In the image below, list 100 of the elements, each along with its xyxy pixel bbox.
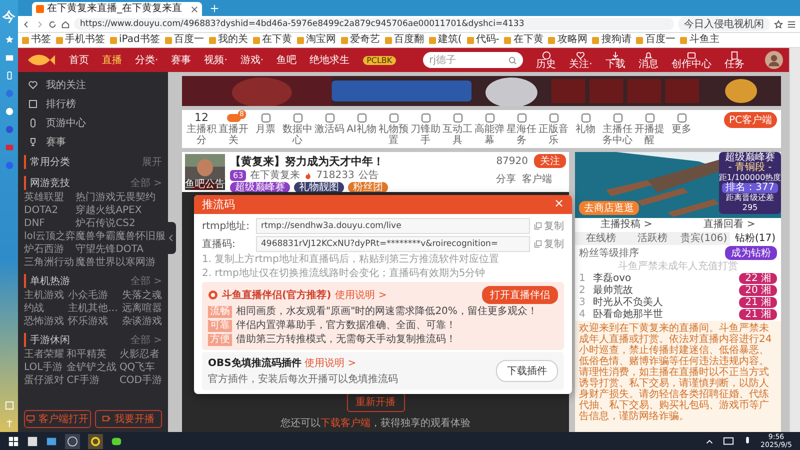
panel-link[interactable]: 主播投稿 > bbox=[600, 219, 652, 231]
tool-button[interactable]: 12 主播积分 bbox=[186, 112, 217, 146]
notice-link[interactable]: 公告 bbox=[358, 170, 378, 181]
category-link[interactable]: 魔兽世界 bbox=[76, 257, 116, 269]
category-link[interactable]: 英雄联盟 bbox=[24, 192, 76, 204]
folder-icon[interactable] bbox=[4, 53, 14, 62]
collapse-handle[interactable] bbox=[168, 222, 176, 254]
category-link[interactable]: 和平精英 bbox=[66, 349, 117, 361]
tag[interactable]: 超级巅峰赛 bbox=[230, 182, 290, 193]
category-link[interactable]: 魔兽争霸 bbox=[76, 231, 116, 243]
app-icon[interactable] bbox=[111, 436, 122, 446]
header-action[interactable]: 下载 bbox=[605, 50, 626, 70]
guide-link[interactable]: 使用说明 > bbox=[335, 288, 387, 302]
category-link[interactable]: 失落之魂 bbox=[122, 290, 162, 302]
tool-button[interactable]: 激活码 bbox=[314, 112, 345, 135]
rank-widget[interactable]: 超级巅峰赛 - 青铜段 - 距1/100000热度 排名：377 距离晋级还差 295 bbox=[719, 152, 781, 214]
category-link[interactable]: 主机游戏 bbox=[24, 290, 64, 302]
tool-button[interactable]: 礼物预置 bbox=[378, 112, 409, 146]
window-icon[interactable] bbox=[46, 436, 57, 446]
tool-button[interactable]: 主播任务中心 bbox=[602, 112, 633, 146]
bookmark[interactable]: 在下黄 bbox=[252, 34, 292, 46]
bookmark[interactable]: 攻略网 bbox=[548, 34, 588, 46]
category-link[interactable]: 魔兽怀旧服 bbox=[116, 231, 166, 243]
rank-tab[interactable]: 贵宾(106) bbox=[678, 232, 730, 245]
nav-link[interactable]: 赛事 bbox=[171, 53, 192, 67]
bookmark[interactable]: 手机书签 bbox=[56, 34, 105, 46]
sort-label[interactable]: 粉丝等级排序 bbox=[579, 246, 639, 260]
close-button[interactable]: × bbox=[554, 197, 564, 212]
nav-link[interactable]: 首页 bbox=[69, 53, 89, 67]
nav-link[interactable]: 分类· bbox=[135, 53, 158, 67]
tag[interactable]: 礼物靓图 bbox=[294, 182, 344, 193]
open-client-button[interactable]: 客户端打开 bbox=[24, 410, 91, 428]
header-action[interactable]: 关注· bbox=[569, 50, 592, 70]
tool-button[interactable]: 星海任务 bbox=[506, 112, 537, 146]
guide-link[interactable]: 使用说明 > bbox=[304, 358, 356, 369]
bookmark[interactable]: 爱奇艺 bbox=[340, 34, 380, 46]
tag[interactable]: 粉丝团 bbox=[348, 182, 388, 193]
panel-link[interactable]: 直播回看 > bbox=[704, 219, 756, 231]
tool-button[interactable]: 开播提醒 bbox=[634, 112, 665, 146]
rank-tab[interactable]: 在线榜 bbox=[575, 232, 626, 245]
category-link[interactable]: COD手游 bbox=[119, 375, 162, 387]
tool-button[interactable]: 正版音乐 bbox=[538, 112, 569, 146]
share-link[interactable]: 分享 bbox=[496, 172, 516, 186]
phone-icon[interactable] bbox=[4, 71, 14, 80]
bookmark[interactable]: 我的关 bbox=[208, 34, 248, 46]
category-link[interactable]: 王者荣耀 bbox=[24, 349, 64, 361]
reload-icon[interactable] bbox=[48, 20, 57, 28]
input-field[interactable]: 4968831rVJ12KCxNU?dyPRt=********v&roirecognition= bbox=[256, 236, 530, 252]
category-link[interactable]: 杂谈游戏 bbox=[122, 316, 162, 328]
category-link[interactable]: CF手游 bbox=[66, 375, 117, 387]
browser-tab[interactable]: 在下黄复来直播_在下黄复来直 bbox=[32, 2, 202, 16]
new-tab-icon[interactable] bbox=[210, 4, 219, 13]
fan-name[interactable]: 时光从不负美人 bbox=[593, 297, 734, 308]
sidebar-item[interactable]: 页游中心 bbox=[24, 114, 162, 131]
category-link[interactable]: 约战 bbox=[24, 303, 64, 315]
tool-button[interactable]: 高能弹幕 bbox=[474, 112, 505, 146]
category-link[interactable]: 远离喧嚣 bbox=[122, 303, 162, 315]
category-link[interactable]: 火影忍者 bbox=[119, 349, 162, 361]
bookmark[interactable]: 建筑( bbox=[428, 34, 462, 46]
category-link[interactable]: 主机其他... bbox=[68, 303, 118, 315]
download-plugin-button[interactable]: 下载插件 bbox=[496, 360, 558, 382]
tool-button[interactable]: AI礼物 bbox=[346, 112, 377, 135]
close-icon[interactable] bbox=[191, 6, 198, 12]
category-link[interactable]: lol云顶之弈 bbox=[24, 231, 76, 243]
app-icon[interactable] bbox=[88, 434, 103, 448]
scrollbar[interactable] bbox=[789, 48, 800, 432]
nav-link[interactable]: 游戏· bbox=[240, 53, 264, 67]
tool-button[interactable]: 礼物 bbox=[570, 112, 601, 135]
bookmark[interactable]: 书签 bbox=[22, 34, 51, 46]
app-icon[interactable] bbox=[65, 434, 80, 448]
search-field[interactable]: 今日入侵电视机闲 bbox=[678, 17, 770, 31]
bookmark[interactable]: 在下黄 bbox=[504, 34, 544, 46]
client-link[interactable]: 客户端 bbox=[522, 172, 552, 186]
tool-button[interactable]: 更多 bbox=[666, 112, 697, 135]
category-link[interactable]: APEX bbox=[116, 205, 166, 217]
category-link[interactable]: 小众毛游 bbox=[68, 290, 118, 302]
bookmark[interactable]: 斗鱼主 bbox=[680, 34, 720, 46]
fan-name[interactable]: 最帅荒故 bbox=[593, 285, 734, 296]
bookmark[interactable]: 百度一 bbox=[164, 34, 204, 46]
tool-button[interactable]: 月票 bbox=[250, 112, 281, 135]
category-link[interactable]: 以寒网游 bbox=[116, 257, 166, 269]
bookmark[interactable]: 淘宝网 bbox=[296, 34, 336, 46]
tool-button[interactable]: 刀锋助手 bbox=[410, 112, 441, 146]
more-link[interactable]: 全部 > bbox=[130, 333, 162, 347]
category-link[interactable]: 炉石西游 bbox=[24, 244, 76, 256]
bookmark[interactable]: iPad书签 bbox=[110, 34, 160, 46]
nav-link[interactable]: 直播 bbox=[102, 53, 122, 67]
category-link[interactable]: 怀乐游戏 bbox=[68, 316, 118, 328]
more-link[interactable]: 展开 bbox=[142, 155, 162, 169]
sidebar-item[interactable]: 赛事 bbox=[24, 133, 162, 150]
rank-tab[interactable]: 钻粉(17) bbox=[730, 232, 781, 245]
nav-link[interactable]: 鱼吧 bbox=[276, 53, 297, 67]
bookmark[interactable]: 百度翻 bbox=[384, 34, 424, 46]
header-action[interactable]: 任务 bbox=[724, 50, 744, 70]
category-link[interactable]: DOTA bbox=[116, 244, 166, 256]
bookmark[interactable]: 搜狗请 bbox=[592, 34, 632, 46]
category-link[interactable]: 炉石传说 bbox=[76, 218, 116, 230]
category-link[interactable]: DNF bbox=[24, 218, 76, 230]
nav-link[interactable]: 绝地求生 bbox=[310, 53, 350, 67]
avatar-icon[interactable] bbox=[765, 51, 783, 69]
